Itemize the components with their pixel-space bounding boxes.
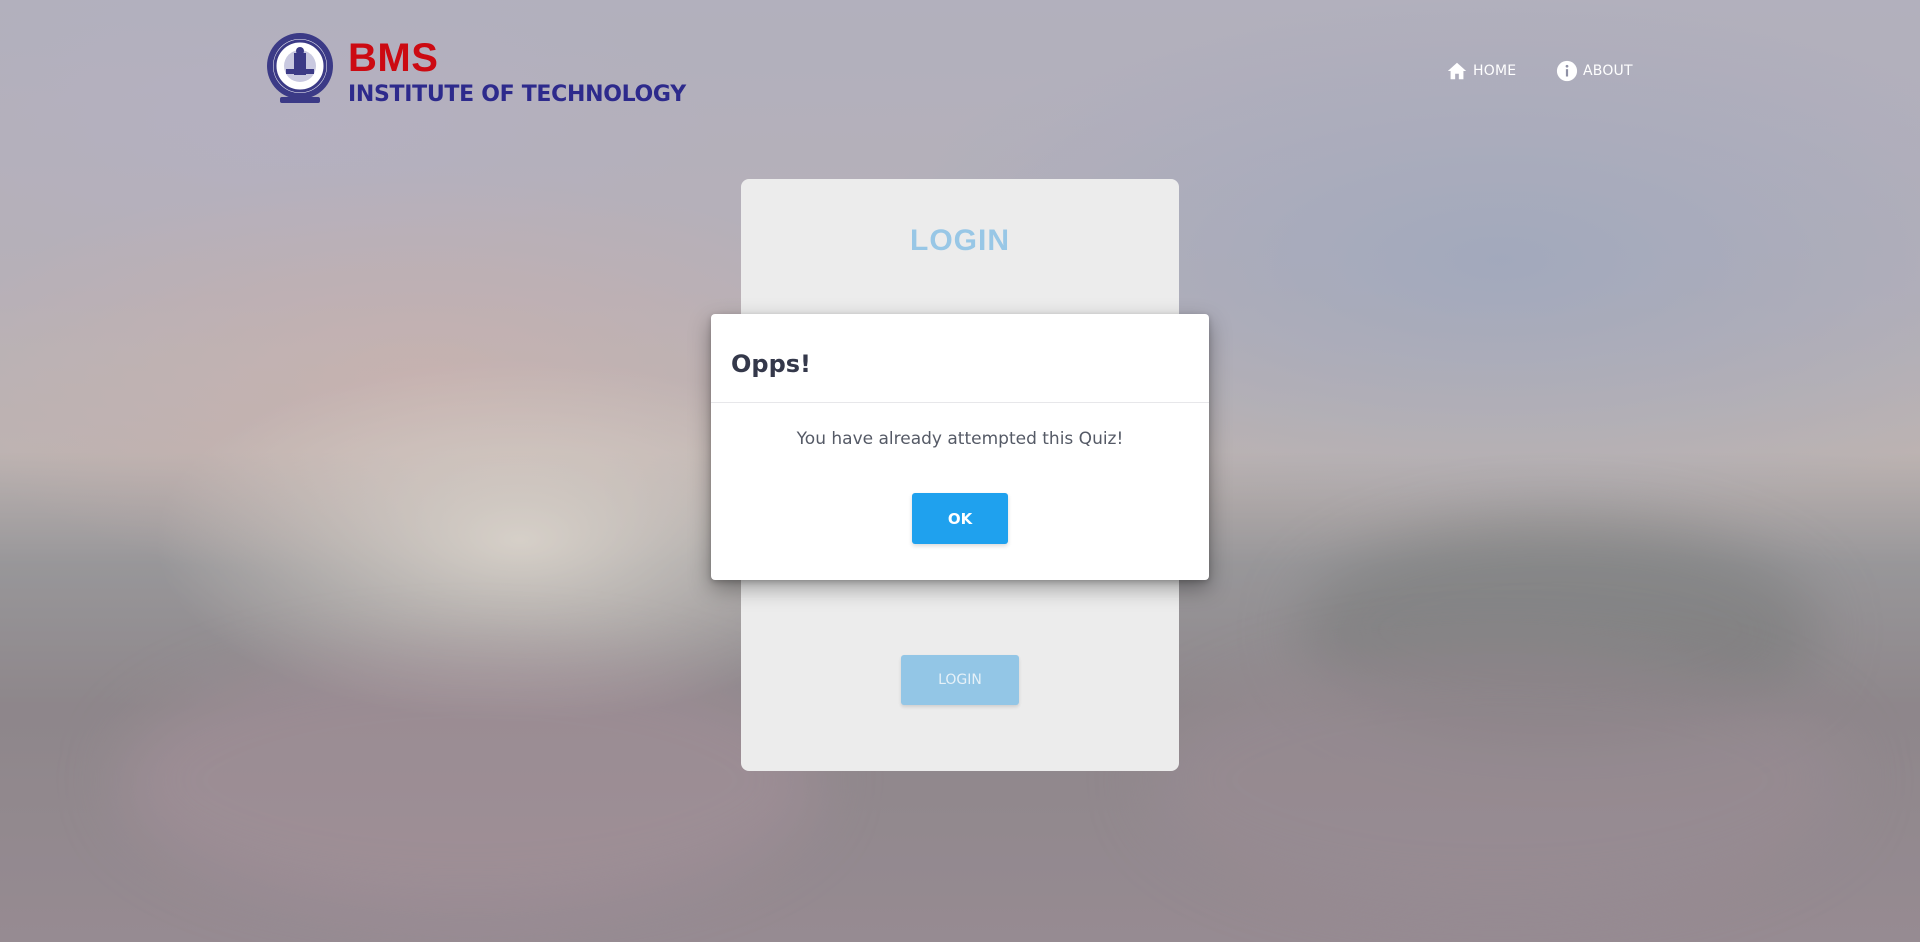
dialog-divider <box>711 402 1209 403</box>
login-title: LOGIN <box>910 224 1010 257</box>
dialog-title: Opps! <box>731 350 811 378</box>
nav-about-label: ABOUT <box>1583 63 1633 79</box>
nav-home-label: HOME <box>1473 63 1517 79</box>
page-background: BMS INSTITUTE OF TECHNOLOGY HOME ABOUT L… <box>0 0 1920 942</box>
login-button[interactable]: LOGIN <box>901 655 1019 705</box>
nav-about-link[interactable]: ABOUT <box>1556 59 1633 83</box>
ok-button[interactable]: OK <box>912 493 1008 544</box>
nav-home-link[interactable]: HOME <box>1446 59 1516 83</box>
college-seal-icon <box>267 33 333 103</box>
home-icon <box>1447 62 1467 80</box>
dialog-message: You have already attempted this Quiz! <box>796 429 1124 449</box>
info-icon <box>1556 60 1578 82</box>
brand-subtitle: INSTITUTE OF TECHNOLOGY <box>348 82 686 107</box>
alert-dialog: Opps! You have already attempted this Qu… <box>711 314 1209 580</box>
brand-name: BMS <box>348 36 439 80</box>
